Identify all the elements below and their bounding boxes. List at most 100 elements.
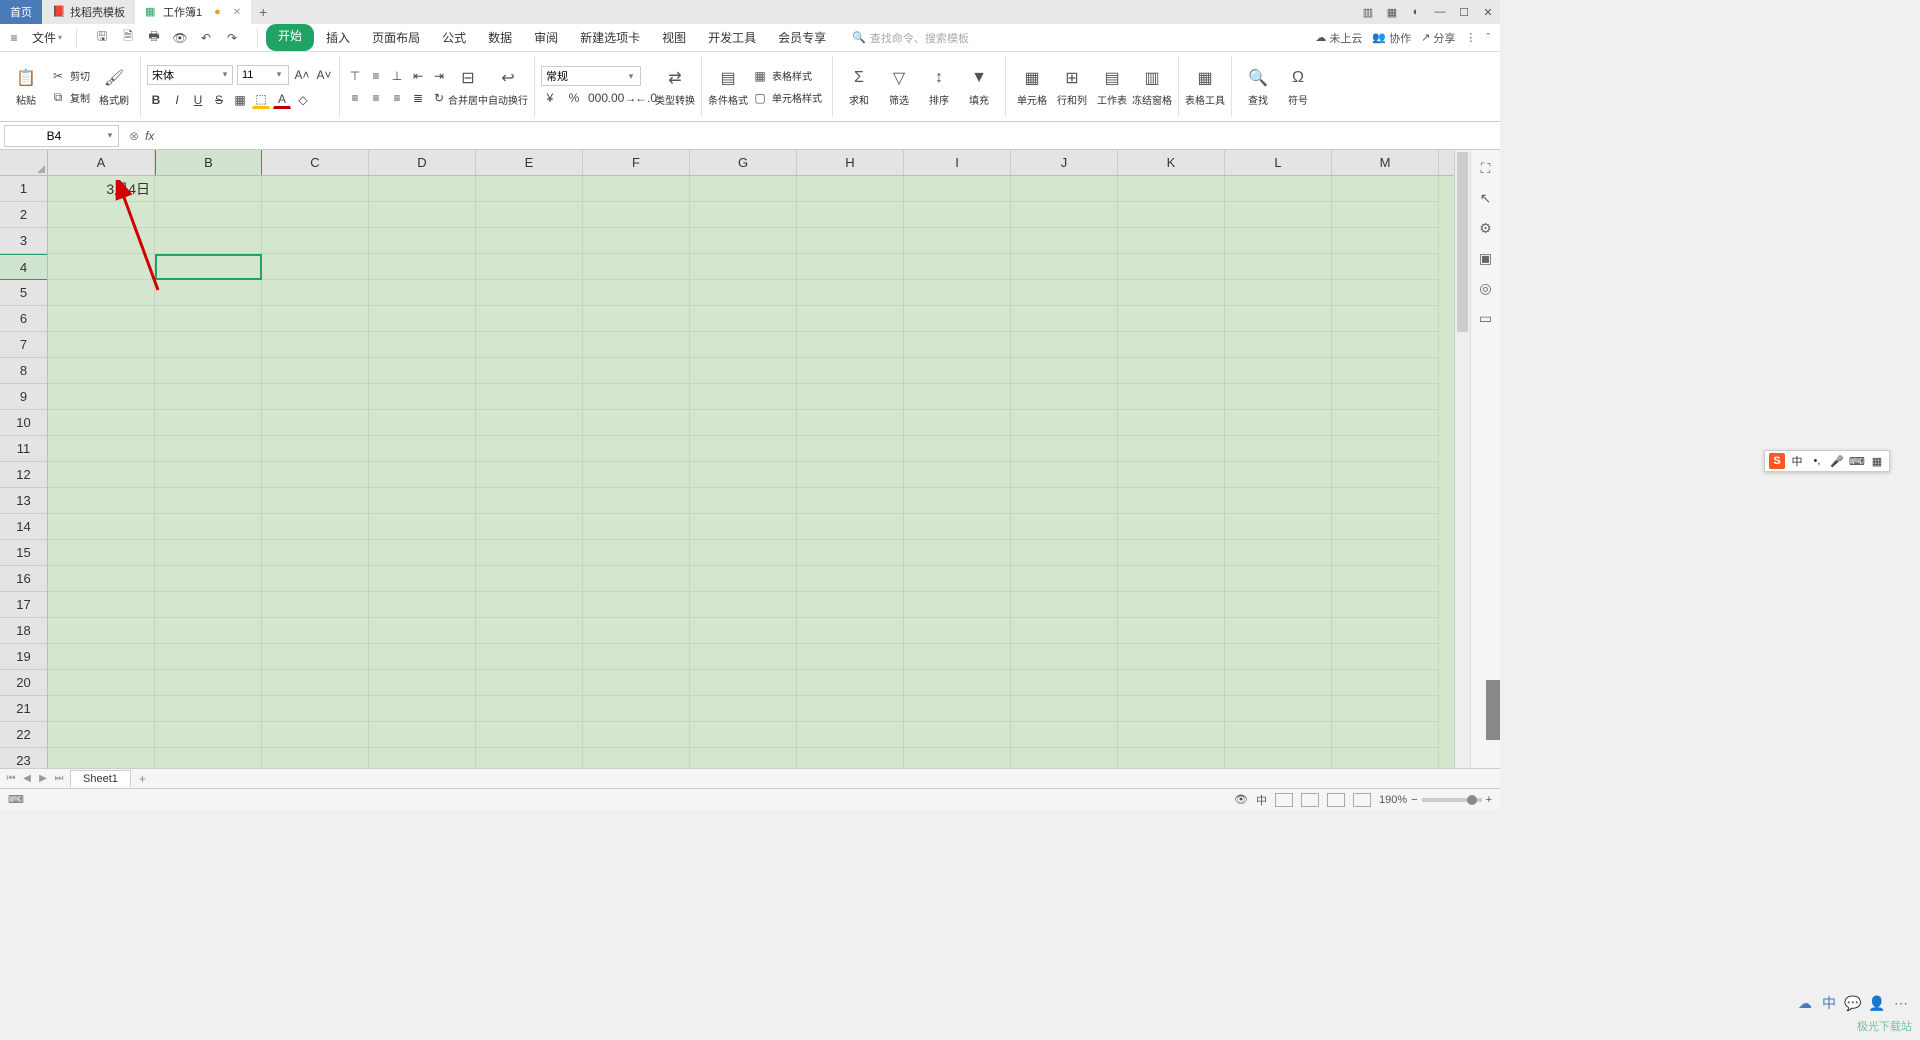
row-header[interactable]: 10 <box>0 410 47 436</box>
cell[interactable] <box>583 228 690 254</box>
cell[interactable] <box>369 644 476 670</box>
cell[interactable] <box>48 566 155 592</box>
cell[interactable] <box>369 618 476 644</box>
merge-center-button[interactable]: ⊟合并居中 <box>448 57 488 117</box>
paste-button[interactable]: 📋粘贴 <box>6 57 46 117</box>
cell[interactable] <box>690 358 797 384</box>
cell[interactable] <box>1118 670 1225 696</box>
cell[interactable] <box>1118 748 1225 768</box>
copy-button[interactable]: ⧉复制 <box>46 88 94 108</box>
col-header[interactable]: B <box>155 150 262 175</box>
cancel-edit-icon[interactable]: ⊗ <box>129 129 139 143</box>
undo-icon[interactable]: ↶ <box>197 29 215 47</box>
cell[interactable] <box>1011 410 1118 436</box>
cell[interactable] <box>1225 306 1332 332</box>
cell[interactable] <box>1332 254 1439 280</box>
float-cn-icon[interactable]: 中 <box>1820 994 1838 1012</box>
cell[interactable] <box>48 384 155 410</box>
align-top-button[interactable]: ⊤ <box>346 67 364 85</box>
cell[interactable] <box>1118 176 1225 202</box>
cell[interactable] <box>904 722 1011 748</box>
underline-button[interactable]: U <box>189 91 207 109</box>
collab-button[interactable]: 👥协作 <box>1372 30 1411 46</box>
cloud-status[interactable]: ☁未上云 <box>1315 30 1362 46</box>
cell[interactable] <box>1118 280 1225 306</box>
cell[interactable] <box>155 306 262 332</box>
tab-data[interactable]: 数据 <box>478 24 522 51</box>
row-header[interactable]: 22 <box>0 722 47 748</box>
cell[interactable] <box>262 202 369 228</box>
cell[interactable] <box>904 748 1011 768</box>
cell[interactable] <box>1011 748 1118 768</box>
cell[interactable] <box>583 332 690 358</box>
row-header[interactable]: 3 <box>0 228 47 254</box>
row-header[interactable]: 4 <box>0 254 47 280</box>
row-header[interactable]: 17 <box>0 592 47 618</box>
cell[interactable] <box>583 540 690 566</box>
side-select-icon[interactable]: ⛶ <box>1476 158 1496 178</box>
cell[interactable] <box>904 592 1011 618</box>
side-layout-icon[interactable]: ▣ <box>1476 248 1496 268</box>
cell[interactable] <box>369 488 476 514</box>
percent-button[interactable]: % <box>565 89 583 107</box>
row-col-button[interactable]: ⊞行和列 <box>1052 57 1092 117</box>
cell[interactable] <box>583 384 690 410</box>
cell[interactable] <box>583 644 690 670</box>
sheet-last-button[interactable]: ⏭ <box>52 773 66 784</box>
cell[interactable] <box>1011 488 1118 514</box>
cell[interactable] <box>476 228 583 254</box>
row-header[interactable]: 11 <box>0 436 47 462</box>
cell[interactable] <box>797 358 904 384</box>
cell[interactable] <box>476 722 583 748</box>
table-style-button[interactable]: ▦表格样式 <box>748 66 826 86</box>
cell[interactable] <box>155 618 262 644</box>
cell[interactable] <box>1118 566 1225 592</box>
row-header[interactable]: 18 <box>0 618 47 644</box>
cell[interactable] <box>262 566 369 592</box>
cell[interactable] <box>1225 462 1332 488</box>
font-size-combo[interactable]: ▾ <box>237 65 289 85</box>
cell[interactable] <box>1011 592 1118 618</box>
cell[interactable] <box>797 696 904 722</box>
cell[interactable] <box>583 592 690 618</box>
cell[interactable] <box>1011 462 1118 488</box>
cell[interactable] <box>1011 696 1118 722</box>
cell[interactable] <box>690 748 797 768</box>
cell[interactable] <box>583 306 690 332</box>
cell[interactable] <box>1011 176 1118 202</box>
cell[interactable] <box>155 670 262 696</box>
eye-mode-icon[interactable]: 👁 <box>1234 793 1248 806</box>
cells-button[interactable]: ▦单元格 <box>1012 57 1052 117</box>
cell[interactable] <box>690 540 797 566</box>
cell[interactable] <box>690 644 797 670</box>
tab-member[interactable]: 会员专享 <box>768 24 836 51</box>
row-header[interactable]: 13 <box>0 488 47 514</box>
col-header[interactable]: I <box>904 150 1011 175</box>
cell[interactable] <box>1011 514 1118 540</box>
cell[interactable] <box>48 280 155 306</box>
view-page-button[interactable] <box>1301 793 1319 807</box>
formula-input[interactable] <box>164 125 1500 147</box>
cell[interactable] <box>48 254 155 280</box>
cell[interactable] <box>48 332 155 358</box>
cell[interactable] <box>48 618 155 644</box>
cell[interactable] <box>262 696 369 722</box>
cell[interactable] <box>1118 462 1225 488</box>
row-header[interactable]: 2 <box>0 202 47 228</box>
col-header[interactable]: H <box>797 150 904 175</box>
strike-button[interactable]: S <box>210 91 228 109</box>
cell[interactable] <box>476 410 583 436</box>
share-button[interactable]: ↗分享 <box>1421 30 1455 46</box>
minibar-handle[interactable] <box>1486 680 1500 740</box>
cell[interactable] <box>583 176 690 202</box>
cell[interactable] <box>1225 488 1332 514</box>
cell[interactable] <box>690 462 797 488</box>
cell[interactable] <box>1118 228 1225 254</box>
side-settings-icon[interactable]: ⚙ <box>1476 218 1496 238</box>
cell[interactable] <box>476 384 583 410</box>
cell[interactable] <box>262 176 369 202</box>
cell[interactable] <box>1332 696 1439 722</box>
cell[interactable] <box>155 358 262 384</box>
col-header[interactable]: L <box>1225 150 1332 175</box>
account-icon[interactable]: ◐ <box>1404 0 1428 24</box>
